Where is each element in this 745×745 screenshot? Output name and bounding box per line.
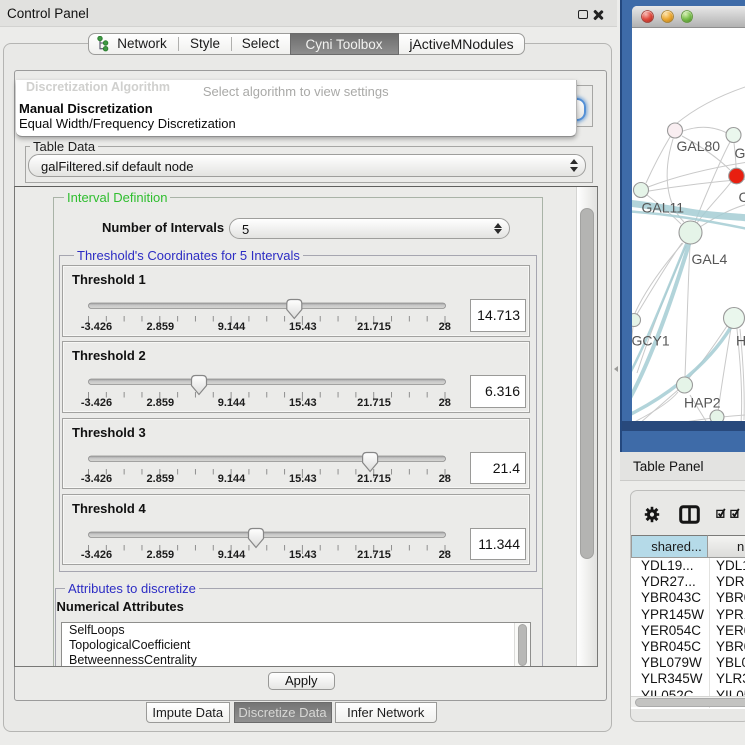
svg-text:GAL4: GAL4 xyxy=(692,251,728,267)
svg-text:HAP2: HAP2 xyxy=(684,395,721,411)
svg-text:GCY1: GCY1 xyxy=(632,333,670,349)
svg-text:GAL11: GAL11 xyxy=(642,200,685,216)
svg-text:HA: HA xyxy=(736,333,745,349)
svg-text:GAL: GAL xyxy=(735,145,745,161)
svg-text:GAL80: GAL80 xyxy=(677,138,721,154)
svg-text:CY: CY xyxy=(739,189,745,205)
